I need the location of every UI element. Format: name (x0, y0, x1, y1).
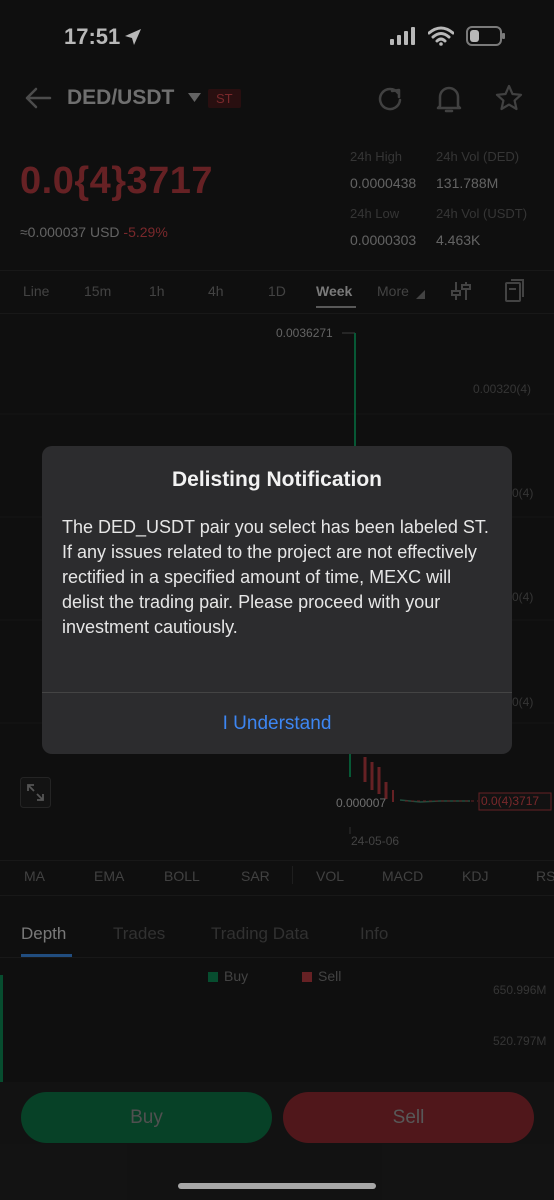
dialog-body: The DED_USDT pair you select has been la… (62, 517, 489, 637)
app-screen: 17:51 DED/USDT ST 0.0{4}3717 ≈0.000037 U… (0, 0, 554, 1200)
understand-button[interactable]: I Understand (42, 693, 512, 754)
dialog-title: Delisting Notification (172, 468, 382, 491)
